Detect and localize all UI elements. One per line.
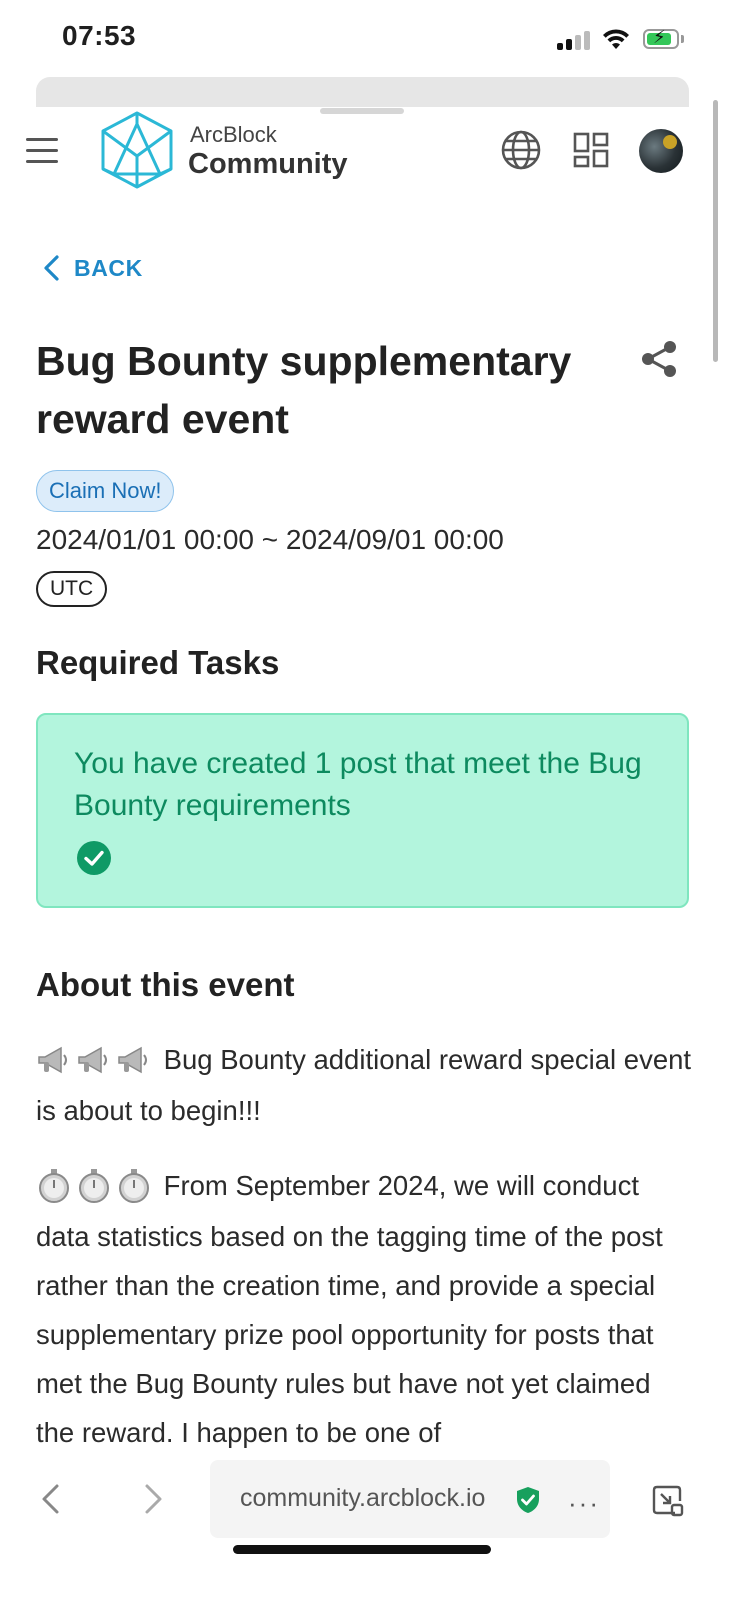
wifi-icon: [603, 29, 629, 49]
megaphone-icon: [38, 1046, 67, 1074]
brand-name-top: ArcBlock: [190, 122, 277, 147]
scrollbar[interactable]: [713, 100, 718, 362]
chevron-left-icon: [44, 255, 59, 281]
share-icon[interactable]: [640, 340, 678, 378]
back-label: BACK: [74, 254, 143, 281]
about-paragraph-2: From September 2024, we will conduct dat…: [36, 1161, 696, 1457]
brand-name-community: Community: [188, 148, 348, 180]
sheet-drag-handle[interactable]: [320, 108, 404, 114]
home-indicator[interactable]: [233, 1545, 491, 1554]
stopwatch-icon: [39, 1169, 69, 1204]
stopwatch-icons: [36, 1163, 156, 1212]
url-text[interactable]: community.arcblock.io: [240, 1484, 485, 1513]
required-tasks-heading: Required Tasks: [36, 644, 280, 681]
globe-icon[interactable]: [500, 129, 542, 171]
task-card: You have created 1 post that meet the Bu…: [36, 713, 689, 908]
battery-icon: ⚡: [643, 27, 679, 49]
sheet-top-edge: [36, 77, 689, 107]
open-in-window-icon[interactable]: [651, 1483, 685, 1517]
back-button[interactable]: BACK: [42, 248, 143, 288]
task-description: You have created 1 post that meet the Bu…: [74, 747, 642, 822]
more-options-icon[interactable]: ···: [568, 1488, 600, 1519]
claim-now-badge[interactable]: Claim Now!: [36, 470, 175, 512]
browser-back-icon[interactable]: [38, 1482, 64, 1516]
status-time: 07:53: [62, 20, 137, 51]
shield-check-icon: [517, 1487, 539, 1513]
event-title: Bug Bounty supplementary reward event: [36, 338, 572, 442]
apps-grid-icon[interactable]: [573, 132, 609, 168]
browser-forward-icon[interactable]: [140, 1482, 166, 1516]
battery-tip: [681, 35, 684, 43]
menu-icon[interactable]: [26, 138, 58, 164]
timezone-chip: UTC: [36, 571, 108, 607]
megaphone-icons: [36, 1037, 156, 1086]
about-paragraph-1: Bug Bounty additional reward special eve…: [36, 1035, 696, 1135]
megaphone-icon: [118, 1046, 147, 1074]
about-paragraph-2-text: From September 2024, we will conduct dat…: [36, 1170, 663, 1449]
cellular-signal-icon: [557, 30, 590, 50]
stopwatch-icon: [79, 1169, 109, 1204]
megaphone-icon: [78, 1046, 107, 1074]
arcblock-logo-icon[interactable]: [100, 110, 174, 190]
check-circle-icon: [77, 841, 111, 875]
stopwatch-icon: [119, 1169, 149, 1204]
about-heading: About this event: [36, 966, 295, 1003]
user-avatar[interactable]: [639, 129, 683, 173]
event-date-range: 2024/01/01 00:00 ~ 2024/09/01 00:00: [36, 524, 504, 555]
